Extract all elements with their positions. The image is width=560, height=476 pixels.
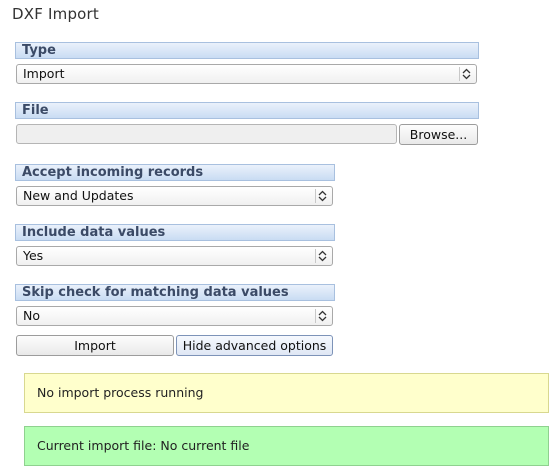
file-path-input[interactable] [16,124,397,144]
type-select[interactable]: Import [16,64,477,84]
file-section-header: File [15,102,479,119]
include-data-values-select-value: Yes [23,248,44,263]
browse-button[interactable]: Browse... [399,124,478,145]
skip-check-section-header: Skip check for matching data values [15,284,335,301]
page-title: DXF Import [12,5,100,23]
updown-arrows-icon [315,249,329,263]
current-import-file-notice: Current import file: No current file [24,426,549,466]
hide-advanced-options-button[interactable]: Hide advanced options [176,335,333,356]
include-data-values-section-header: Include data values [15,224,335,241]
skip-check-select-value: No [23,308,40,323]
type-section-header: Type [15,42,479,59]
include-data-values-select[interactable]: Yes [16,246,333,266]
import-process-status-notice: No import process running [24,373,549,413]
skip-check-select[interactable]: No [16,306,333,326]
import-button[interactable]: Import [16,335,174,356]
updown-arrows-icon [459,67,473,81]
accept-records-select-value: New and Updates [23,188,134,203]
type-select-value: Import [23,66,65,81]
accept-records-select[interactable]: New and Updates [16,186,333,206]
updown-arrows-icon [315,309,329,323]
updown-arrows-icon [315,189,329,203]
accept-records-section-header: Accept incoming records [15,164,335,181]
